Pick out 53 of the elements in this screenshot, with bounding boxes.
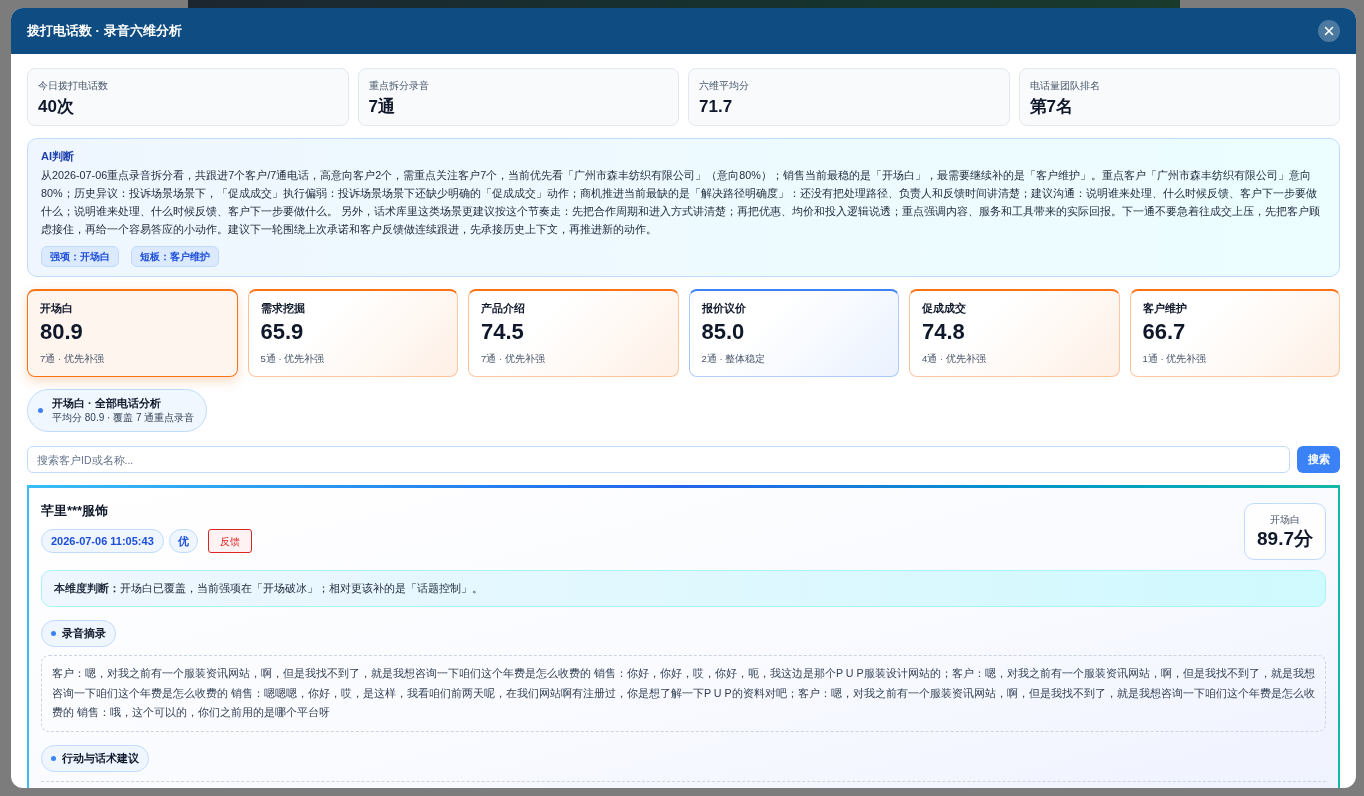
dimension-note: 4通 · 优先补强 xyxy=(922,352,986,365)
score-label: 开场白 xyxy=(1270,512,1300,527)
stat-label: 电话量团队排名 xyxy=(1029,79,1100,93)
category-tag: 反馈 xyxy=(207,529,252,553)
dimension-note: 7通 · 优先补强 xyxy=(40,352,104,365)
dimension-name: 需求挖掘 xyxy=(260,301,305,316)
dimension-note: 1通 · 优先补强 xyxy=(1142,352,1207,365)
dimension-judgment: 本维度判断：开场白已覆盖，当前强项在「开场破冰」；相对更该补的是「话题控制」。 xyxy=(41,570,1326,607)
dimension-score: 65.9 xyxy=(260,318,304,346)
dimension-note: 7通 · 优先补强 xyxy=(481,352,545,365)
timestamp-tag: 2026-07-06 11:05:43 xyxy=(41,529,164,553)
section-title: 行动与话术建议 xyxy=(62,750,139,766)
dimension-name: 产品介绍 xyxy=(481,301,525,316)
insight-tag: 短板：客户维护 xyxy=(131,246,219,267)
dialog-title: 拨打电话数 · 录音六维分析 xyxy=(27,22,182,41)
dimension-score: 66.7 xyxy=(1142,318,1186,346)
insight-tag: 强项：开场白 xyxy=(41,246,119,267)
stat-label: 六维平均分 xyxy=(699,79,749,93)
dimension-card[interactable]: 客户维护 66.7 1通 · 优先补强 xyxy=(1129,289,1340,377)
dimension-card[interactable]: 产品介绍 74.5 7通 · 优先补强 xyxy=(468,289,679,377)
dimension-score: 74.8 xyxy=(922,318,965,346)
stat-label: 今日拨打电话数 xyxy=(38,79,108,93)
dimension-score: 74.5 xyxy=(481,318,524,346)
summary-subtitle: 平均分 80.9 · 覆盖 7 通重点录音 xyxy=(52,411,195,425)
dimension-note: 5通 · 优先补强 xyxy=(260,352,325,365)
dimension-card[interactable]: 促成成交 74.8 4通 · 优先补强 xyxy=(909,289,1120,377)
dimension-name: 报价议价 xyxy=(701,301,746,316)
close-icon xyxy=(1322,24,1336,38)
dimension-name: 客户维护 xyxy=(1142,301,1187,316)
dimension-card[interactable]: 开场白 80.9 7通 · 优先补强 xyxy=(27,289,238,377)
search-button[interactable]: 搜索 xyxy=(1297,446,1340,473)
dimension-note: 2通 · 整体稳定 xyxy=(701,352,766,365)
summary-title: 开场白 · 全部电话分析 xyxy=(52,396,161,411)
search-field[interactable]: 搜索客户ID或名称... xyxy=(27,446,1290,473)
stat-value: 第7名 xyxy=(1029,96,1073,118)
grade-tag: 优 xyxy=(168,529,198,553)
ai-judgment-text: 从2026-07-06重点录音拆分看，共跟进7个客户/7通电话，高意向客户2个，需重点关注客户7个，当前优先看「广州市森丰纺织有限公司」（意向80%）；销售当前最稳的是「开场白」，最需要继续补的是「客户维护」。重点客户「广州市森丰纺织有限公司」意向80%；历史异议：投诉场景场景下，「促成成交」执行偏弱：投诉场景场景下还缺少明确的「促成成交」动作；商机推进当前最缺的是「解决路径明确度」：还没有把处理路径、负责人和反馈时间讲清楚；建议沟通：说明谁来处理、什么时候反馈、客户下一步要做什么；说明谁来处理、什么时候反馈、客户下一步要做什么。 另外，话术库里这类场景更建议按这个节奏走：先把合作周期和进入方式讲清楚；再把优惠、均价和投入逻辑说透；重点强调内容、服务和工具带来的实际回报。下一通不要急着往成交上压，先把客户顾虑接住，再给一个容易答应的小动作。建议下一轮围绕上次承诺和客户反馈做连续跟进，先承接历史上下文，再推进新的动作。 xyxy=(41,168,1321,237)
score-value: 89.7分 xyxy=(1257,526,1313,551)
stat-value: 7通 xyxy=(368,96,395,118)
dimension-score: 80.9 xyxy=(40,318,83,346)
dimension-card[interactable]: 需求挖掘 65.9 5通 · 优先补强 xyxy=(247,289,458,377)
stat-value: 71.7 xyxy=(699,96,733,118)
dimension-name: 促成成交 xyxy=(922,301,966,316)
dimension-name: 开场白 xyxy=(40,301,73,316)
customer-name: 芊里***服饰 xyxy=(41,502,109,520)
section-title: 录音摘录 xyxy=(62,626,106,642)
dimension-score: 85.0 xyxy=(701,318,745,346)
close-button[interactable] xyxy=(1318,20,1340,42)
dimension-card[interactable]: 报价议价 85.0 2通 · 整体稳定 xyxy=(688,289,899,377)
stat-value: 40次 xyxy=(38,96,74,118)
transcript-text: 客户：嗯，对我之前有一个服装资讯网站，啊，但是我找不到了，就是我想咨询一下咱们这个年费是怎么收费的 销售：你好，你好，哎，你好，呃，我这边是那个P U P服装设计网站的；客户：嗯，对我之前有一个服装资讯网站，啊，但是我找不到了，就是我想咨询一下咱们这个年费是怎么收费的 销售：嗯嗯嗯，你好，哎，是这样，我看咱们前两天呢，在我们网站啊有注册过，你是想了解一下P U P的资料对吧；客户：嗯，对我之前有一个服装资讯网站，啊，但是我找不到了，就是我想咨询一下咱们这个年费是怎么收费的 销售：哦，这个可以的，你们之前用的是哪个平台呀 xyxy=(41,655,1326,732)
ai-judgment-title: AI判断 xyxy=(41,149,74,164)
stat-label: 重点拆分录音 xyxy=(368,79,429,93)
